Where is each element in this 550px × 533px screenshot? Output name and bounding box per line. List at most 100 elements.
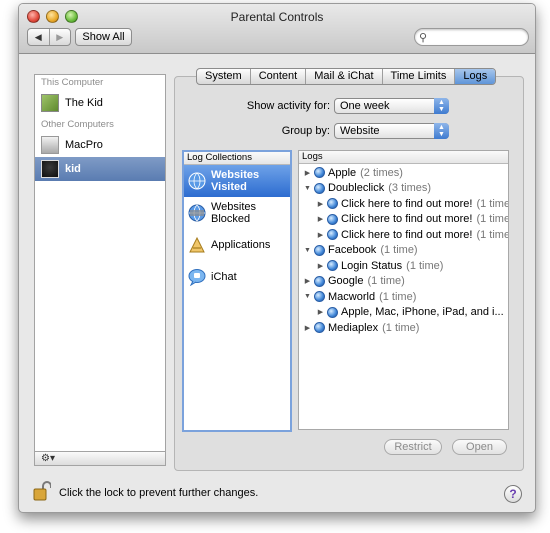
- disclosure-closed-icon[interactable]: ▶: [316, 200, 325, 208]
- log-row[interactable]: ▶ Click here to find out more!(1 time): [299, 212, 508, 228]
- disclosure-closed-icon[interactable]: ▶: [303, 169, 312, 177]
- disclosure-closed-icon[interactable]: ▶: [316, 231, 325, 239]
- log-collection-websites-blocked[interactable]: Websites Blocked: [184, 197, 290, 229]
- log-row-label: Facebook: [328, 244, 377, 257]
- tab-content[interactable]: Content: [249, 69, 306, 84]
- log-row-count: (1 time): [380, 244, 418, 257]
- log-row-count: (3 times): [388, 182, 432, 195]
- log-row-label: Doubleclick: [328, 182, 385, 195]
- forward-button[interactable]: ▶: [48, 29, 71, 45]
- lock-icon[interactable]: [33, 481, 51, 501]
- globe-icon: [314, 244, 325, 256]
- tab-bar: System Content Mail & iChat Time Limits …: [196, 68, 497, 85]
- other-computers-header: Other Computers: [41, 119, 114, 130]
- logs-header: Logs: [299, 151, 508, 164]
- sidebar-action-menu[interactable]: ⚙▾: [34, 451, 166, 466]
- log-row[interactable]: ▼ Facebook (1 time): [299, 243, 508, 259]
- logs-outline: Logs ▶ Apple (2 times) ▼ Doubleclick (3 times…: [298, 150, 509, 430]
- log-row[interactable]: ▶ Click here to find out more!(1 time): [299, 196, 508, 212]
- child-avatar-icon: [41, 94, 59, 112]
- disclosure-open-icon[interactable]: ▼: [303, 247, 312, 254]
- log-row[interactable]: ▼ Macworld (1 time): [299, 289, 508, 305]
- globe-icon: [314, 291, 325, 303]
- sidebar-item-label: MacPro: [65, 139, 103, 151]
- log-row[interactable]: ▶ Apple, Mac, iPhone, iPad, and i...: [299, 305, 508, 321]
- sidebar-item-the-kid[interactable]: The Kid: [35, 91, 165, 115]
- log-collection-websites-visited[interactable]: Websites Visited: [184, 165, 290, 197]
- disclosure-open-icon[interactable]: ▼: [303, 293, 312, 300]
- this-computer-header: This Computer: [41, 77, 104, 88]
- disclosure-closed-icon[interactable]: ▶: [316, 262, 325, 270]
- lock-message: Click the lock to prevent further change…: [59, 487, 259, 499]
- tab-system[interactable]: System: [197, 69, 250, 84]
- globe-icon: [188, 172, 206, 190]
- log-row[interactable]: ▼ Doubleclick (3 times): [299, 181, 508, 197]
- log-row-label: Apple, Mac, iPhone, iPad, and i...: [341, 306, 504, 319]
- log-row[interactable]: ▶ Login Status (1 time): [299, 258, 508, 274]
- disclosure-open-icon[interactable]: ▼: [303, 185, 312, 192]
- ichat-icon: [188, 269, 206, 286]
- show-activity-value: One week: [340, 100, 390, 112]
- parental-controls-window: Parental Controls ◀ ▶ Show All ⚲ This Co…: [18, 3, 536, 513]
- disclosure-closed-icon[interactable]: ▶: [303, 277, 312, 285]
- help-button[interactable]: ?: [504, 485, 522, 503]
- globe-icon: [327, 213, 338, 225]
- restrict-button[interactable]: Restrict: [384, 439, 442, 455]
- log-collection-ichat[interactable]: iChat: [184, 261, 290, 293]
- group-by-value: Website: [340, 125, 380, 137]
- log-row[interactable]: ▶ Mediaplex (1 time): [299, 320, 508, 336]
- sidebar-item-macpro[interactable]: MacPro: [35, 133, 165, 157]
- show-activity-label: Show activity for:: [246, 100, 330, 112]
- show-all-button[interactable]: Show All: [75, 28, 132, 46]
- log-row-count: (1 time): [476, 213, 508, 226]
- log-row-label: Login Status: [341, 259, 403, 272]
- group-by-popup[interactable]: Website ▲ ▼: [334, 123, 449, 139]
- globe-icon: [327, 260, 338, 272]
- log-collection-applications[interactable]: Applications: [184, 229, 290, 261]
- log-collections-header: Log Collections: [184, 152, 290, 165]
- log-rows: ▶ Apple (2 times) ▼ Doubleclick (3 times) ▶ Cli…: [299, 165, 508, 336]
- globe-icon: [314, 275, 325, 287]
- log-row-label: Click here to find out more!: [341, 197, 473, 210]
- disclosure-closed-icon[interactable]: ▶: [303, 324, 312, 332]
- log-row-count: (1 time): [476, 228, 508, 241]
- user-avatar-icon: [41, 160, 59, 178]
- log-row-count: (1 time): [406, 259, 444, 272]
- disclosure-closed-icon[interactable]: ▶: [316, 215, 325, 223]
- accounts-sidebar: This Computer The Kid Other Computers Ma…: [34, 74, 166, 465]
- log-collection-label: Websites Visited: [211, 169, 260, 193]
- log-row-label: Macworld: [328, 290, 376, 303]
- computer-icon: [41, 136, 59, 154]
- show-activity-popup[interactable]: One week ▲ ▼: [334, 98, 449, 114]
- tab-logs[interactable]: Logs: [454, 69, 496, 84]
- globe-icon: [327, 229, 338, 241]
- popup-arrows-icon: ▲ ▼: [434, 123, 449, 139]
- globe-icon: [314, 182, 325, 194]
- log-row[interactable]: ▶ Google (1 time): [299, 274, 508, 290]
- log-row-label: Apple: [328, 166, 357, 179]
- open-button[interactable]: Open: [452, 439, 507, 455]
- log-row[interactable]: ▶ Click here to find out more!(1 time): [299, 227, 508, 243]
- blocked-globe-icon: [188, 204, 206, 222]
- log-collection-label: Websites Blocked: [211, 201, 257, 225]
- back-button[interactable]: ◀: [28, 29, 49, 45]
- log-collections-list: Log Collections Websites Visited Website…: [182, 150, 292, 432]
- tab-time-limits[interactable]: Time Limits: [381, 69, 455, 84]
- group-by-label: Group by:: [281, 125, 330, 137]
- log-row-label: Mediaplex: [328, 321, 379, 334]
- log-row-count: (1 time): [382, 321, 420, 334]
- popup-arrows-icon: ▲ ▼: [434, 98, 449, 114]
- sidebar-item-kid[interactable]: kid: [35, 157, 165, 181]
- log-row-count: (1 time): [379, 290, 417, 303]
- search-input[interactable]: ⚲: [414, 28, 529, 46]
- tab-mail-ichat[interactable]: Mail & iChat: [305, 69, 381, 84]
- globe-icon: [314, 322, 325, 334]
- disclosure-closed-icon[interactable]: ▶: [316, 308, 325, 316]
- sidebar-item-label: The Kid: [65, 97, 103, 109]
- log-row-count: (1 time): [367, 275, 405, 288]
- log-collection-label: Applications: [211, 239, 271, 251]
- globe-icon: [327, 306, 338, 318]
- log-row-count: (1 time): [476, 197, 508, 210]
- log-row[interactable]: ▶ Apple (2 times): [299, 165, 508, 181]
- sidebar-item-label: kid: [65, 163, 81, 175]
